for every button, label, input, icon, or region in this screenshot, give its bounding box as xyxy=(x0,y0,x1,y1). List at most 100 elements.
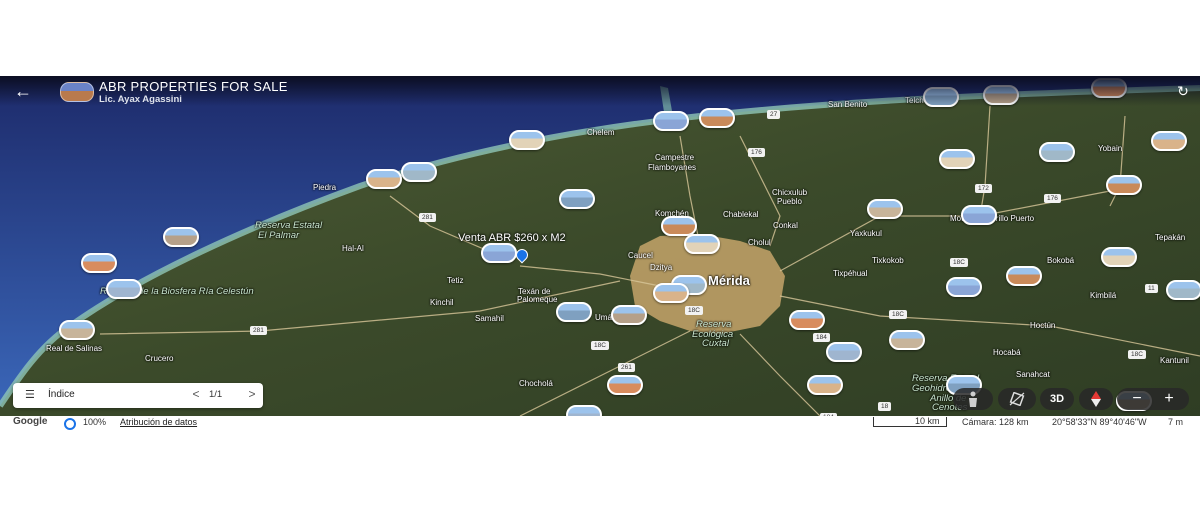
route-shield: 18 xyxy=(878,402,892,411)
route-shield: 27 xyxy=(767,110,781,119)
property-photo-pin[interactable] xyxy=(1006,266,1042,286)
map-label: Crucero xyxy=(145,354,174,363)
route-shield: 18C xyxy=(685,306,703,315)
map-label: Real de Salinas xyxy=(46,344,103,353)
coordinates: 20°58'33"N 89°40'46"W xyxy=(1052,417,1147,427)
property-photo-pin[interactable] xyxy=(699,108,735,128)
property-photo-pin[interactable] xyxy=(556,302,592,322)
map-viewport[interactable]: MéridaSan BenitoTelchChelemCampestreFlam… xyxy=(0,76,1200,430)
route-shield: 18C xyxy=(1128,350,1146,359)
map-label: Conkal xyxy=(773,221,798,230)
route-shield: 11 xyxy=(1145,284,1158,293)
map-label: Cuxtal xyxy=(702,338,729,349)
map-label: Sanahcat xyxy=(1016,370,1050,379)
route-shield: 176 xyxy=(748,148,765,157)
map-label: Tetiz xyxy=(447,276,464,285)
property-photo-pin[interactable] xyxy=(481,243,517,263)
property-photo-pin[interactable] xyxy=(653,111,689,131)
route-shield: 176 xyxy=(1044,194,1061,203)
property-photo-pin[interactable] xyxy=(1101,247,1137,267)
google-logo: Google xyxy=(13,416,48,427)
page-indicator: 1/1 xyxy=(209,389,223,400)
route-shield: 184 xyxy=(813,333,830,342)
zoom-controls: − + xyxy=(1117,388,1189,410)
property-photo-pin[interactable] xyxy=(946,277,982,297)
property-photo-pin[interactable] xyxy=(59,320,95,340)
featured-pin-label[interactable]: Venta ABR $260 x M2 xyxy=(458,232,566,244)
zoom-out-button[interactable]: − xyxy=(1127,388,1147,410)
prev-page-button[interactable]: < xyxy=(189,387,203,401)
layer-thumbnail-logo xyxy=(60,82,94,102)
map-label: Pueblo xyxy=(777,197,802,206)
route-shield: 261 xyxy=(618,363,635,372)
mode-3d-button[interactable]: 3D xyxy=(1040,388,1074,410)
map-label: Dzitya xyxy=(650,263,673,272)
zoom-in-button[interactable]: + xyxy=(1159,388,1179,410)
map-label: Hal-Al xyxy=(342,244,364,253)
tilt-button[interactable] xyxy=(998,388,1036,410)
route-shield: 18C xyxy=(889,310,907,319)
property-photo-pin[interactable] xyxy=(1166,280,1200,300)
pegman-button[interactable] xyxy=(953,388,993,410)
compass-icon xyxy=(1091,391,1101,407)
index-panel[interactable]: ☰ Índice < 1/1 > xyxy=(13,383,263,408)
route-shield: 281 xyxy=(419,213,436,222)
property-photo-pin[interactable] xyxy=(611,305,647,325)
map-label: Flamboyanes xyxy=(648,163,697,172)
person-icon xyxy=(969,391,977,407)
map-label: Samahil xyxy=(475,314,504,323)
data-attribution-link[interactable]: Atribución de datos xyxy=(120,417,197,427)
property-photo-pin[interactable] xyxy=(366,169,402,189)
zoom-level: 100% xyxy=(83,417,107,427)
route-shield: 281 xyxy=(250,326,267,335)
scale-label: 10 km xyxy=(915,416,940,426)
map-label: Piedra xyxy=(313,183,337,192)
next-page-button[interactable]: > xyxy=(245,387,259,401)
elevation: 7 m xyxy=(1168,417,1184,427)
map-label: Chelem xyxy=(587,128,615,137)
list-menu-icon[interactable]: ☰ xyxy=(25,389,39,402)
property-photo-pin[interactable] xyxy=(81,253,117,273)
map-label: Campestre xyxy=(655,153,695,162)
property-photo-pin[interactable] xyxy=(1151,131,1187,151)
map-label: Tixpéhual xyxy=(833,269,868,278)
property-photo-pin[interactable] xyxy=(653,283,689,303)
property-photo-pin[interactable] xyxy=(1039,142,1075,162)
property-photo-pin[interactable] xyxy=(559,189,595,209)
route-shield: 18C xyxy=(950,258,968,267)
back-arrow-icon[interactable]: ← xyxy=(12,80,34,102)
rotate-icon xyxy=(1009,391,1025,407)
property-photo-pin[interactable] xyxy=(826,342,862,362)
property-photo-pin[interactable] xyxy=(607,375,643,395)
property-photo-pin[interactable] xyxy=(807,375,843,395)
map-label: Kimbilá xyxy=(1090,291,1117,300)
index-label[interactable]: Índice xyxy=(48,389,75,400)
property-photo-pin[interactable] xyxy=(401,162,437,182)
property-photo-pin[interactable] xyxy=(1106,175,1142,195)
route-shield: 18C xyxy=(591,341,609,350)
map-label: Chablekal xyxy=(723,210,759,219)
map-label: Tepakán xyxy=(1155,233,1186,242)
compass-button[interactable] xyxy=(1079,388,1113,410)
map-label: Cholul xyxy=(748,238,771,247)
property-photo-pin[interactable] xyxy=(789,310,825,330)
property-photo-pin[interactable] xyxy=(889,330,925,350)
map-label: Bokobá xyxy=(1047,256,1075,265)
page-subtitle: Lic. Ayax Agassini xyxy=(99,94,182,105)
map-label: Kantunil xyxy=(1160,356,1189,365)
property-photo-pin[interactable] xyxy=(509,130,545,150)
property-photo-pin[interactable] xyxy=(867,199,903,219)
property-photo-pin[interactable] xyxy=(684,234,720,254)
route-shield: 172 xyxy=(975,184,992,193)
property-photo-pin[interactable] xyxy=(961,205,997,225)
property-photo-pin[interactable] xyxy=(939,149,975,169)
property-photo-pin[interactable] xyxy=(163,227,199,247)
property-photo-pin[interactable] xyxy=(106,279,142,299)
map-label: Mérida xyxy=(708,273,750,288)
map-label: El Palmar xyxy=(258,230,300,241)
camera-distance: Cámara: 128 km xyxy=(962,417,1029,427)
map-label: Hocabá xyxy=(993,348,1021,357)
map-label: Hoctún xyxy=(1030,321,1056,330)
property-photo-pin[interactable] xyxy=(661,216,697,236)
refresh-icon[interactable]: ↻ xyxy=(1174,82,1192,100)
